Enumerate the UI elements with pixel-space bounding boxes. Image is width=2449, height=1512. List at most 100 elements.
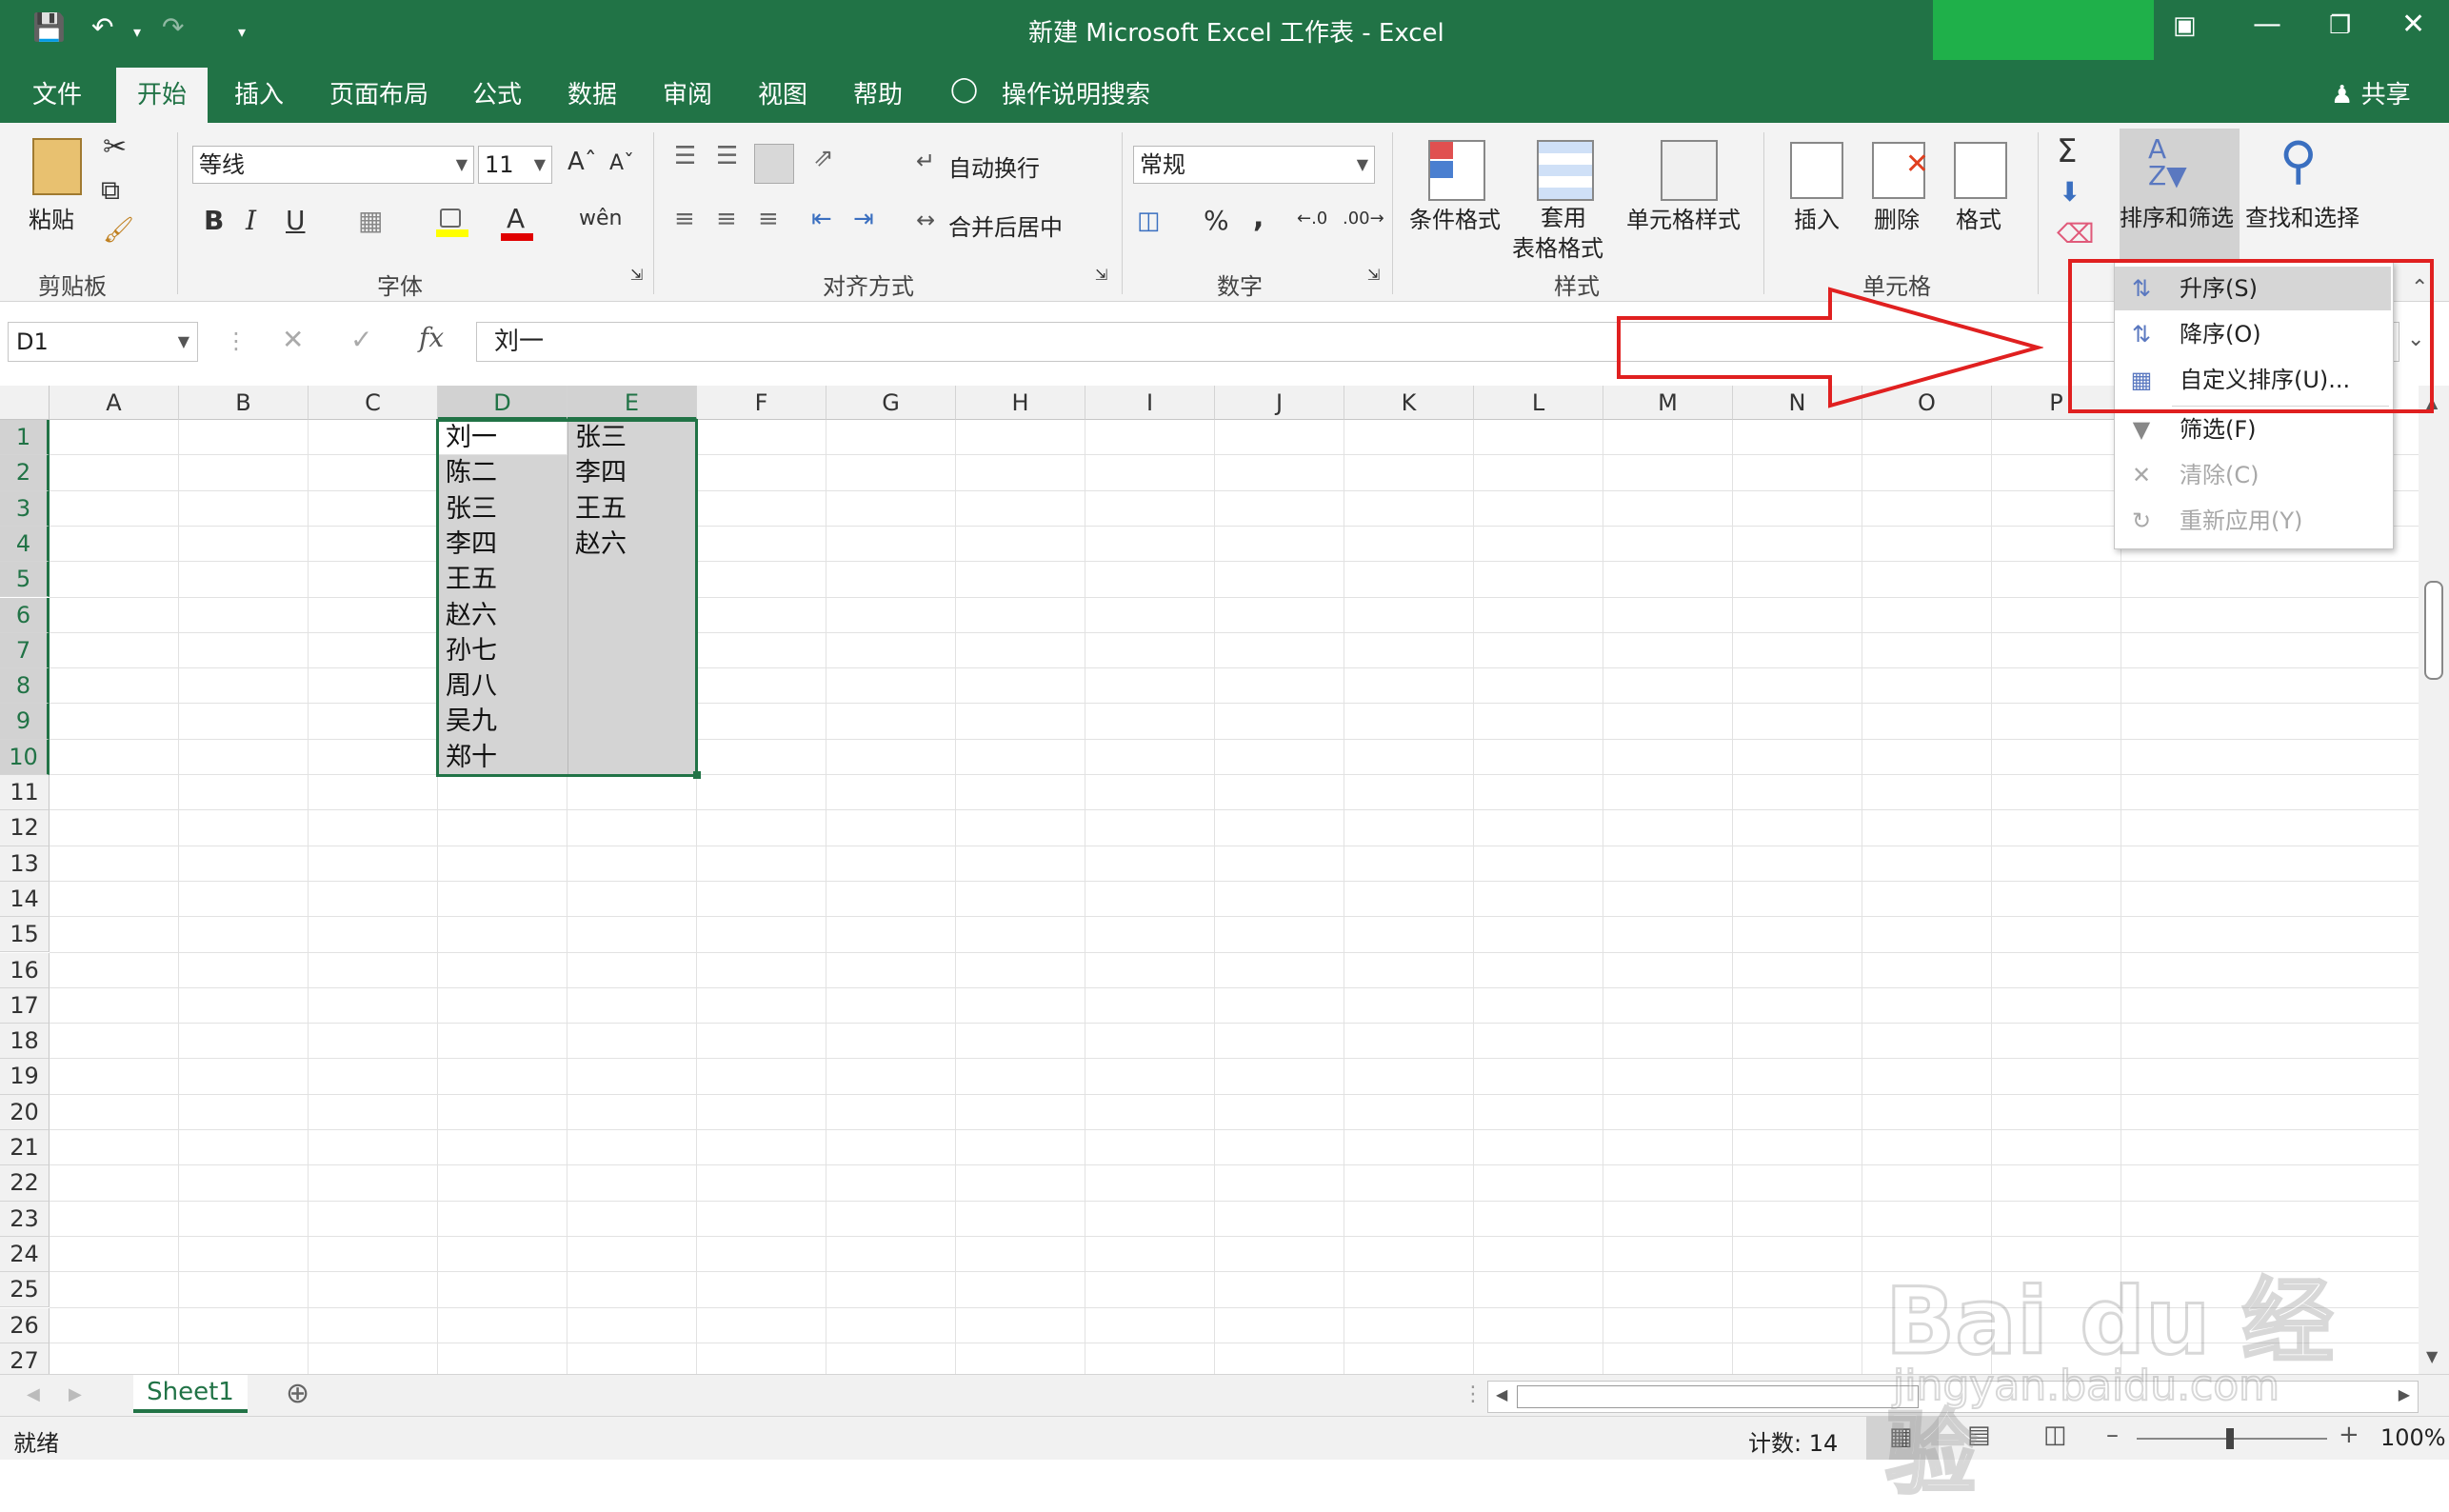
zoom-level[interactable]: 100%	[2380, 1424, 2446, 1451]
row-header-19[interactable]: 19	[0, 1059, 50, 1095]
tell-me-search[interactable]: 操作说明搜索	[1002, 75, 1150, 110]
row-header-22[interactable]: 22	[0, 1165, 50, 1202]
wrap-text-icon[interactable]: ↵	[916, 148, 935, 174]
conditional-format-icon[interactable]	[1428, 140, 1485, 201]
save-icon[interactable]: 💾	[32, 11, 66, 43]
next-sheet-icon[interactable]: ▶	[69, 1384, 82, 1404]
row-header-3[interactable]: 3	[0, 490, 50, 527]
row-header-9[interactable]: 9	[0, 704, 50, 740]
merge-center-button[interactable]: 合并后居中	[948, 209, 1063, 242]
row-header-7[interactable]: 7	[0, 632, 50, 669]
redo-icon[interactable]: ↷	[162, 11, 184, 43]
dialog-launcher-icon[interactable]: ⇲	[1367, 266, 1380, 284]
row-header-21[interactable]: 21	[0, 1130, 50, 1166]
align-center-icon[interactable]: ≡	[716, 205, 737, 233]
column-header-k[interactable]: K	[1344, 386, 1474, 420]
underline-button[interactable]: U	[286, 205, 306, 236]
select-all-button[interactable]	[0, 386, 50, 420]
align-left-icon[interactable]: ≡	[674, 205, 695, 233]
row-header-17[interactable]: 17	[0, 987, 50, 1025]
row-header-16[interactable]: 16	[0, 952, 50, 988]
menu-item-filter[interactable]: ▼ 筛选(F)	[2115, 408, 2391, 451]
cut-icon[interactable]: ✂	[103, 130, 127, 164]
font-size-combo[interactable]: 11 ▼	[478, 146, 552, 184]
paste-button[interactable]: 粘贴	[29, 201, 74, 234]
h-scroll-thumb[interactable]	[1517, 1385, 1919, 1408]
comma-button[interactable]: ,	[1253, 201, 1264, 234]
row-header-4[interactable]: 4	[0, 526, 50, 563]
vertical-scrollbar[interactable]: ▲ ▼	[2419, 386, 2449, 1374]
column-header-d[interactable]: D	[438, 386, 567, 420]
column-header-c[interactable]: C	[309, 386, 438, 420]
row-header-10[interactable]: 10	[0, 739, 50, 775]
find-select-button[interactable]: 查找和选择	[2245, 199, 2359, 232]
tab-insert[interactable]: 插入	[234, 75, 284, 110]
orientation-icon[interactable]: ⇗	[813, 144, 834, 172]
row-header-6[interactable]: 6	[0, 597, 50, 633]
tab-page-layout[interactable]: 页面布局	[329, 75, 428, 110]
column-header-i[interactable]: I	[1085, 386, 1215, 420]
copy-icon[interactable]: ⧉	[101, 174, 120, 207]
undo-icon[interactable]: ↶	[91, 11, 113, 43]
align-middle-icon[interactable]: ☰	[716, 142, 738, 170]
sort-filter-button[interactable]: 排序和筛选	[2120, 199, 2234, 232]
number-format-combo[interactable]: 常规 ▼	[1133, 146, 1375, 184]
decrease-decimal-icon[interactable]: .00→	[1343, 209, 1384, 229]
decrease-indent-icon[interactable]: ⇤	[811, 205, 832, 233]
drag-handle-icon[interactable]: ⋮	[225, 328, 248, 354]
share-button[interactable]: ♟ 共享	[2331, 75, 2411, 110]
row-header-23[interactable]: 23	[0, 1201, 50, 1237]
collapse-ribbon-icon[interactable]: ⌃	[2411, 276, 2428, 300]
delete-cells-icon[interactable]: ✕	[1872, 142, 1929, 199]
decrease-font-icon[interactable]: Aˇ	[609, 151, 634, 175]
border-icon[interactable]: ▦	[358, 205, 383, 236]
row-header-20[interactable]: 20	[0, 1094, 50, 1130]
row-header-1[interactable]: 1	[0, 420, 50, 456]
cell-styles-icon[interactable]	[1661, 140, 1718, 201]
scroll-right-icon[interactable]: ▶	[2399, 1385, 2410, 1403]
find-select-icon[interactable]: ⚲	[2280, 130, 2318, 190]
row-header-2[interactable]: 2	[0, 455, 50, 491]
scroll-down-icon[interactable]: ▼	[2426, 1347, 2438, 1365]
column-header-a[interactable]: A	[50, 386, 179, 420]
align-right-icon[interactable]: ≡	[758, 205, 779, 233]
enter-icon[interactable]: ✓	[350, 324, 372, 355]
autosum-icon[interactable]: Σ	[2057, 132, 2077, 170]
sort-filter-icon[interactable]: A Z▼	[2148, 136, 2187, 189]
column-header-j[interactable]: J	[1215, 386, 1344, 420]
fill-icon[interactable]: ⬇	[2059, 176, 2081, 208]
undo-dropdown-icon[interactable]: ▾	[133, 23, 141, 41]
dialog-launcher-icon[interactable]: ⇲	[630, 266, 643, 284]
menu-item-clear[interactable]: ✕ 清除(C)	[2115, 453, 2391, 497]
format-as-table-icon[interactable]	[1537, 140, 1594, 201]
phonetic-icon[interactable]: wên	[579, 207, 622, 230]
row-header-25[interactable]: 25	[0, 1272, 50, 1308]
percent-button[interactable]: %	[1204, 205, 1229, 236]
insert-cells-button[interactable]: 插入	[1794, 201, 1840, 234]
row-header-13[interactable]: 13	[0, 846, 50, 882]
bold-button[interactable]: B	[204, 205, 224, 236]
format-as-table-line2[interactable]: 表格格式	[1512, 229, 1603, 263]
format-as-table-line1[interactable]: 套用	[1541, 199, 1586, 232]
row-header-11[interactable]: 11	[0, 775, 50, 811]
row-header-18[interactable]: 18	[0, 1024, 50, 1060]
row-header-26[interactable]: 26	[0, 1307, 50, 1343]
minimize-icon[interactable]: —	[2253, 8, 2281, 41]
dialog-launcher-icon[interactable]: ⇲	[1095, 266, 1107, 284]
tab-data[interactable]: 数据	[567, 75, 617, 110]
align-bottom-icon[interactable]	[754, 144, 794, 184]
font-color-icon[interactable]: A	[501, 203, 533, 241]
row-header-15[interactable]: 15	[0, 917, 50, 953]
row-header-5[interactable]: 5	[0, 562, 50, 598]
tab-formulas[interactable]: 公式	[472, 75, 522, 110]
restore-icon[interactable]: ❐	[2329, 11, 2351, 40]
close-icon[interactable]: ✕	[2401, 8, 2425, 41]
prev-sheet-icon[interactable]: ◀	[27, 1384, 40, 1404]
row-header-27[interactable]: 27	[0, 1343, 50, 1374]
insert-function-button[interactable]: fx	[419, 322, 444, 353]
menu-item-reapply[interactable]: ↻ 重新应用(Y)	[2115, 499, 2391, 543]
tab-review[interactable]: 审阅	[663, 75, 712, 110]
insert-cells-icon[interactable]	[1790, 142, 1843, 199]
ribbon-display-icon[interactable]: ▣	[2173, 11, 2197, 40]
increase-decimal-icon[interactable]: ←.0	[1297, 209, 1327, 229]
